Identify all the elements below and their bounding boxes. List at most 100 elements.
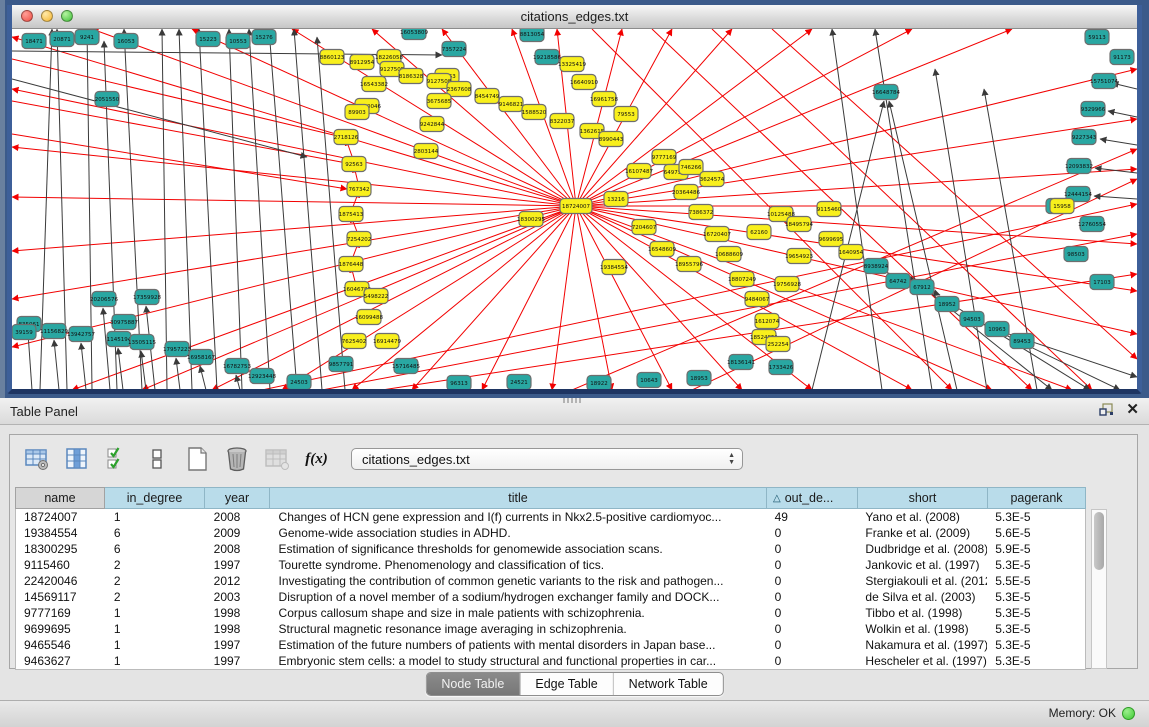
graph-node[interactable]: 10643 — [637, 373, 661, 388]
graph-node[interactable]: 16053 — [114, 34, 138, 49]
graph-node[interactable]: 15958 — [1050, 199, 1074, 214]
graph-node[interactable]: 7386372 — [689, 205, 714, 220]
graph-node[interactable]: 9329966 — [1081, 102, 1106, 117]
graph-node[interactable]: 79553 — [614, 107, 638, 122]
graph-node[interactable]: 10688609 — [715, 247, 743, 262]
graph-node[interactable]: 19654923 — [785, 249, 813, 264]
graph-node[interactable]: 20364486 — [672, 185, 700, 200]
graph-node[interactable]: 18807249 — [728, 272, 756, 287]
graph-node[interactable]: 10553 — [226, 34, 250, 49]
graph-node[interactable]: 11156829 — [40, 324, 68, 339]
graph-node-hub[interactable]: 18724007 — [560, 199, 592, 214]
table-row[interactable]: 1456911722003Disruption of a novel membe… — [16, 589, 1085, 605]
graph-node[interactable]: 91173 — [1110, 50, 1134, 65]
table-row[interactable]: 1872400712008Changes of HCN gene express… — [16, 509, 1085, 525]
graph-node[interactable]: 24521 — [507, 375, 531, 390]
graph-node[interactable]: 19756928 — [773, 277, 801, 292]
graph-node[interactable]: 94503 — [960, 312, 984, 327]
graph-node[interactable]: 16782753 — [223, 359, 251, 374]
graph-node[interactable]: 9484067 — [745, 292, 770, 307]
graph-node[interactable]: 16914479 — [373, 334, 401, 349]
create-table-icon[interactable] — [183, 446, 210, 473]
graph-node[interactable]: 9242844 — [420, 117, 445, 132]
graph-node[interactable]: 2051550 — [95, 92, 120, 107]
graph-node[interactable]: 16548609 — [648, 242, 676, 257]
close-icon[interactable]: ✕ — [1126, 402, 1139, 418]
graph-node[interactable]: 18922 — [587, 376, 611, 390]
graph-node[interactable]: 13216 — [604, 192, 628, 207]
column-header-year[interactable]: year — [205, 487, 270, 509]
table-row[interactable]: 1830029562008Estimation of significance … — [16, 541, 1085, 557]
graph-node[interactable]: 18136141 — [727, 355, 755, 370]
graph-node[interactable]: 2718126 — [334, 130, 359, 145]
graph-node[interactable]: 12760554 — [1078, 217, 1106, 232]
graph-node[interactable]: 8186328 — [399, 69, 424, 84]
table-row[interactable]: 946362711997Embryonic stem cells: a mode… — [16, 653, 1085, 669]
graph-node[interactable]: 252254 — [766, 337, 790, 352]
graph-node[interactable]: 16053809 — [400, 29, 428, 40]
graph-node[interactable]: 62160 — [747, 225, 771, 240]
graph-node[interactable]: 8860123 — [320, 50, 345, 65]
graph-node[interactable]: 8938924 — [864, 259, 889, 274]
graph-node[interactable]: 15223 — [196, 32, 220, 47]
graph-node[interactable]: 3675685 — [427, 94, 452, 109]
graph-node[interactable]: 19384554 — [600, 260, 628, 275]
graph-node[interactable]: 18952 — [935, 297, 959, 312]
graph-node[interactable]: 16961758 — [590, 92, 618, 107]
column-header-out_de[interactable]: △out_de... — [767, 487, 858, 509]
graph-node[interactable]: 16543382 — [360, 77, 388, 92]
graph-node[interactable]: 16958167 — [187, 350, 215, 365]
tab-node-table[interactable]: Node Table — [426, 673, 520, 695]
graph-node[interactable]: 9857791 — [329, 357, 354, 372]
graph-node[interactable]: 13942757 — [67, 327, 95, 342]
graph-node[interactable]: 17359928 — [133, 290, 161, 305]
minimize-window-icon[interactable] — [41, 10, 53, 22]
column-header-short[interactable]: short — [858, 487, 988, 509]
graph-node[interactable]: 7254202 — [347, 232, 372, 247]
graph-node[interactable]: 8454749 — [475, 89, 500, 104]
graph-node[interactable]: 1875413 — [339, 207, 364, 222]
panel-splitter[interactable] — [563, 398, 583, 403]
table-row[interactable]: 911546021997Tourette syndrome. Phenomeno… — [16, 557, 1085, 573]
graph-node[interactable]: 67912 — [910, 280, 934, 295]
close-window-icon[interactable] — [21, 10, 33, 22]
table-row[interactable]: 1938455462009Genome-wide association stu… — [16, 525, 1085, 541]
graph-node[interactable]: 18953 — [687, 371, 711, 386]
column-header-name[interactable]: name — [15, 487, 105, 509]
graph-node[interactable]: 89903 — [345, 105, 369, 120]
graph-node[interactable]: 10963 — [985, 322, 1009, 337]
graph-node[interactable]: 89453 — [1010, 334, 1034, 349]
table-settings-icon[interactable] — [23, 446, 50, 473]
graph-node[interactable]: 12093832 — [1065, 159, 1093, 174]
graph-node[interactable]: 2367608 — [447, 82, 472, 97]
graph-node[interactable]: 7204607 — [632, 220, 657, 235]
graph-node[interactable]: 1612074 — [755, 314, 780, 329]
graph-node[interactable]: 15751074 — [1090, 74, 1118, 89]
float-window-icon[interactable] — [1099, 403, 1114, 417]
column-header-title[interactable]: title — [270, 487, 767, 509]
function-builder-icon[interactable]: f(x) — [303, 446, 330, 473]
graph-node[interactable]: 16720407 — [703, 227, 731, 242]
graph-node[interactable]: 16099488 — [355, 310, 383, 325]
graph-node[interactable]: 15716485 — [392, 359, 420, 374]
graph-node[interactable]: 92563 — [342, 157, 366, 172]
network-canvas[interactable]: 1847120871924116053152231055315276205155… — [12, 29, 1137, 389]
graph-node[interactable]: 13325419 — [558, 57, 586, 72]
graph-node[interactable]: 18955796 — [675, 257, 703, 272]
graph-node[interactable]: 98503 — [1064, 247, 1088, 262]
graph-node[interactable]: 8990443 — [599, 132, 624, 147]
tab-network-table[interactable]: Network Table — [614, 673, 723, 695]
graph-node[interactable]: 1588520 — [522, 105, 547, 120]
graph-node[interactable]: 16640910 — [570, 75, 598, 90]
tab-edge-table[interactable]: Edge Table — [520, 673, 613, 695]
table-row[interactable]: 977716911998Corpus callosum shape and si… — [16, 605, 1085, 621]
graph-node[interactable]: 8912954 — [350, 55, 375, 70]
graph-node[interactable]: 18300295 — [517, 212, 545, 227]
scrollbar-thumb[interactable] — [1094, 512, 1104, 570]
graph-node[interactable]: 96313 — [447, 376, 471, 390]
citation-network-graph[interactable]: 1847120871924116053152231055315276205155… — [12, 29, 1137, 389]
graph-node[interactable]: 18471 — [22, 34, 46, 49]
network-view-window[interactable]: citations_edges.txt 18471208719241160531… — [7, 5, 1142, 394]
graph-node[interactable]: 16648784 — [872, 85, 900, 100]
graph-node[interactable]: 20206576 — [90, 292, 118, 307]
